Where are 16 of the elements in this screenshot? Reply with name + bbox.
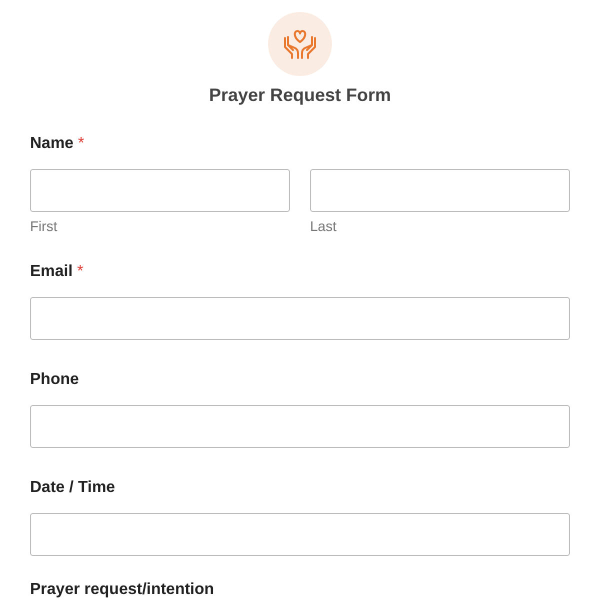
field-label: Phone [30, 371, 79, 388]
input-field[interactable] [30, 297, 570, 340]
field-label: Prayer request/intention [30, 581, 214, 598]
field-sublabel: First [30, 217, 58, 235]
field-label: Name [30, 135, 74, 152]
form-title: Prayer Request Form [208, 84, 392, 106]
field-label: Email [30, 263, 73, 280]
required-asterisk: * [77, 263, 84, 280]
field-label: Date / Time [30, 479, 116, 496]
input-field[interactable] [310, 169, 570, 212]
field-sublabel: Last [310, 217, 338, 235]
hands-heart-icon [283, 29, 317, 59]
input-field[interactable] [30, 169, 290, 212]
input-field[interactable] [30, 513, 570, 556]
required-asterisk: * [78, 135, 84, 152]
input-field[interactable] [30, 405, 570, 448]
